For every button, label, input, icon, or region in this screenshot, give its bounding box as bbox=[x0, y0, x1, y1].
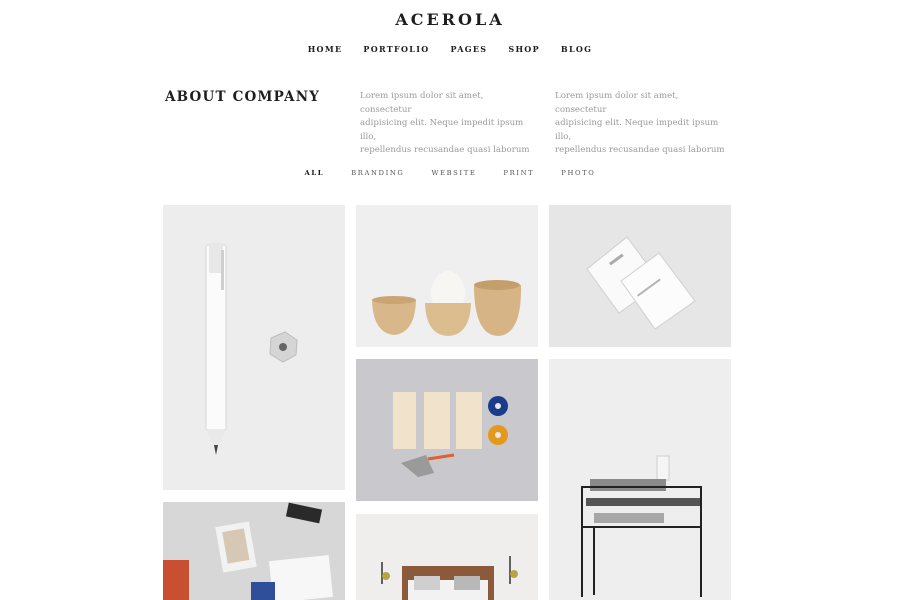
filter-all[interactable]: ALL bbox=[305, 169, 325, 177]
side-table-illustration bbox=[581, 455, 702, 597]
nav-blog[interactable]: BLOG bbox=[561, 44, 592, 54]
about-text-column: Lorem ipsum dolor sit amet, consectetur … bbox=[360, 90, 530, 158]
about-text-column: Lorem ipsum dolor sit amet, consectetur … bbox=[555, 90, 725, 158]
portfolio-item-pencil[interactable] bbox=[163, 205, 345, 490]
portfolio-item-photo-prints[interactable] bbox=[163, 502, 345, 600]
portfolio-item-bedroom[interactable] bbox=[356, 514, 538, 600]
about-text-line: repellendus recusandae quasi laborum bbox=[555, 145, 725, 155]
nav-portfolio[interactable]: PORTFOLIO bbox=[363, 44, 429, 54]
about-text-line: Lorem ipsum dolor sit amet, consectetur bbox=[555, 91, 679, 115]
portfolio-filters: ALL BRANDING WEBSITE PRINT PHOTO bbox=[0, 169, 900, 177]
nav-pages[interactable]: PAGES bbox=[451, 44, 488, 54]
about-title: ABOUT COMPANY bbox=[165, 89, 321, 105]
about-text-line: repellendus recusandae quasi laborum bbox=[360, 145, 530, 155]
about-text-line: adipisicing elit. Neque impedit ipsum il… bbox=[555, 118, 719, 142]
business-cards-illustration bbox=[586, 236, 696, 330]
portfolio-item-business-cards[interactable] bbox=[549, 205, 731, 347]
filter-branding[interactable]: BRANDING bbox=[351, 169, 404, 177]
portfolio-item-stationery[interactable] bbox=[356, 359, 538, 501]
egg-cups-illustration bbox=[372, 271, 522, 336]
portfolio-item-egg-cups[interactable] bbox=[356, 205, 538, 347]
nav-shop[interactable]: SHOP bbox=[508, 44, 540, 54]
filter-print[interactable]: PRINT bbox=[503, 169, 534, 177]
stationery-illustration bbox=[393, 392, 508, 477]
portfolio-item-side-table[interactable] bbox=[549, 359, 731, 600]
about-text-line: adipisicing elit. Neque impedit ipsum il… bbox=[360, 118, 524, 142]
photo-prints-illustration bbox=[163, 502, 334, 600]
filter-photo[interactable]: PHOTO bbox=[561, 169, 595, 177]
nav-home[interactable]: HOME bbox=[308, 44, 343, 54]
bedroom-illustration bbox=[381, 556, 518, 600]
main-nav: HOME PORTFOLIO PAGES SHOP BLOG bbox=[0, 44, 900, 54]
pencil-illustration bbox=[205, 243, 298, 455]
brand-logo[interactable]: ACEROLA bbox=[0, 10, 900, 29]
about-text-line: Lorem ipsum dolor sit amet, consectetur bbox=[360, 91, 484, 115]
filter-website[interactable]: WEBSITE bbox=[431, 169, 476, 177]
